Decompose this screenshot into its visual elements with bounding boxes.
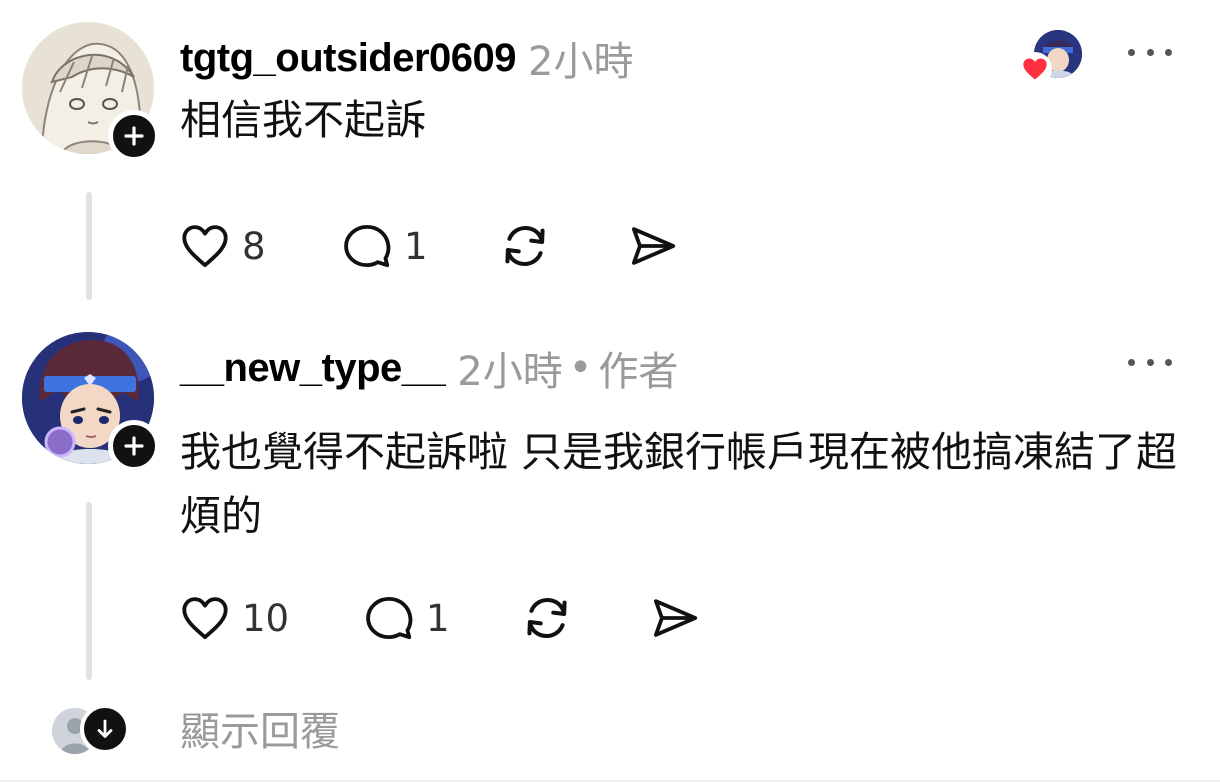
more-options-button[interactable] <box>1128 350 1172 374</box>
send-icon <box>653 599 698 637</box>
divider <box>0 780 1220 782</box>
username[interactable]: tgtg_outsider0609 <box>180 36 517 81</box>
post-text: 相信我不起訴 <box>180 96 426 144</box>
reply-button[interactable]: 1 <box>362 588 450 648</box>
comment-icon <box>344 224 391 268</box>
repost-button[interactable] <box>498 216 552 276</box>
like-count: 10 <box>242 596 290 640</box>
like-button[interactable]: 8 <box>178 216 266 276</box>
repost-icon <box>527 597 567 639</box>
heart-filled-icon <box>1023 58 1047 80</box>
like-button[interactable]: 10 <box>178 588 289 648</box>
post: tgtg_outsider0609 2小時 相信我不起訴 8 1 <box>0 0 1220 310</box>
author-label: 作者 <box>598 349 679 395</box>
heart-icon <box>182 225 228 268</box>
more-dot-icon <box>1165 358 1172 366</box>
arrow-down-icon <box>97 719 113 738</box>
timestamp: 2小時 <box>457 349 563 395</box>
repost-button[interactable] <box>520 588 574 648</box>
share-button[interactable] <box>648 588 702 648</box>
reply-count: 1 <box>404 224 428 268</box>
heart-badge <box>1018 52 1052 86</box>
follow-button[interactable] <box>108 110 160 162</box>
post-text: 我也覺得不起訴啦 只是我銀行帳戶現在被他搞凍結了超煩的 <box>180 428 1178 540</box>
show-replies-label[interactable]: 顯示回覆 <box>180 704 340 760</box>
more-dot-icon <box>1128 358 1135 366</box>
post-header: __new_type__ 2小時 • 作者 <box>180 340 678 396</box>
post: __new_type__ 2小時 • 作者 我也覺得不起訴啦 只是我銀行帳戶現在… <box>0 310 1220 690</box>
share-button[interactable] <box>626 216 680 276</box>
expand-replies-button[interactable] <box>80 704 130 754</box>
plus-icon <box>124 436 144 456</box>
heart-icon <box>182 597 228 640</box>
timestamp: 2小時 <box>528 39 634 85</box>
more-dot-icon <box>1165 48 1172 56</box>
reply-button[interactable]: 1 <box>340 216 428 276</box>
liked-by-indicator <box>1018 30 1082 86</box>
more-dot-icon <box>1146 48 1154 56</box>
reply-count: 1 <box>426 596 450 640</box>
thread-line <box>86 502 92 680</box>
send-icon <box>631 227 676 265</box>
plus-icon <box>124 126 144 146</box>
separator-dot: • <box>568 345 593 391</box>
more-options-button[interactable] <box>1128 40 1172 64</box>
more-dot-icon <box>1128 48 1135 56</box>
post-header: tgtg_outsider0609 2小時 <box>180 30 633 86</box>
repost-icon <box>505 225 545 267</box>
show-replies-row[interactable]: 顯示回覆 <box>0 700 1220 764</box>
like-count: 8 <box>242 224 266 268</box>
thread-line <box>86 192 92 300</box>
more-dot-icon <box>1146 358 1154 366</box>
username[interactable]: __new_type__ <box>180 346 446 391</box>
follow-button[interactable] <box>108 420 160 472</box>
comment-icon <box>366 596 413 640</box>
